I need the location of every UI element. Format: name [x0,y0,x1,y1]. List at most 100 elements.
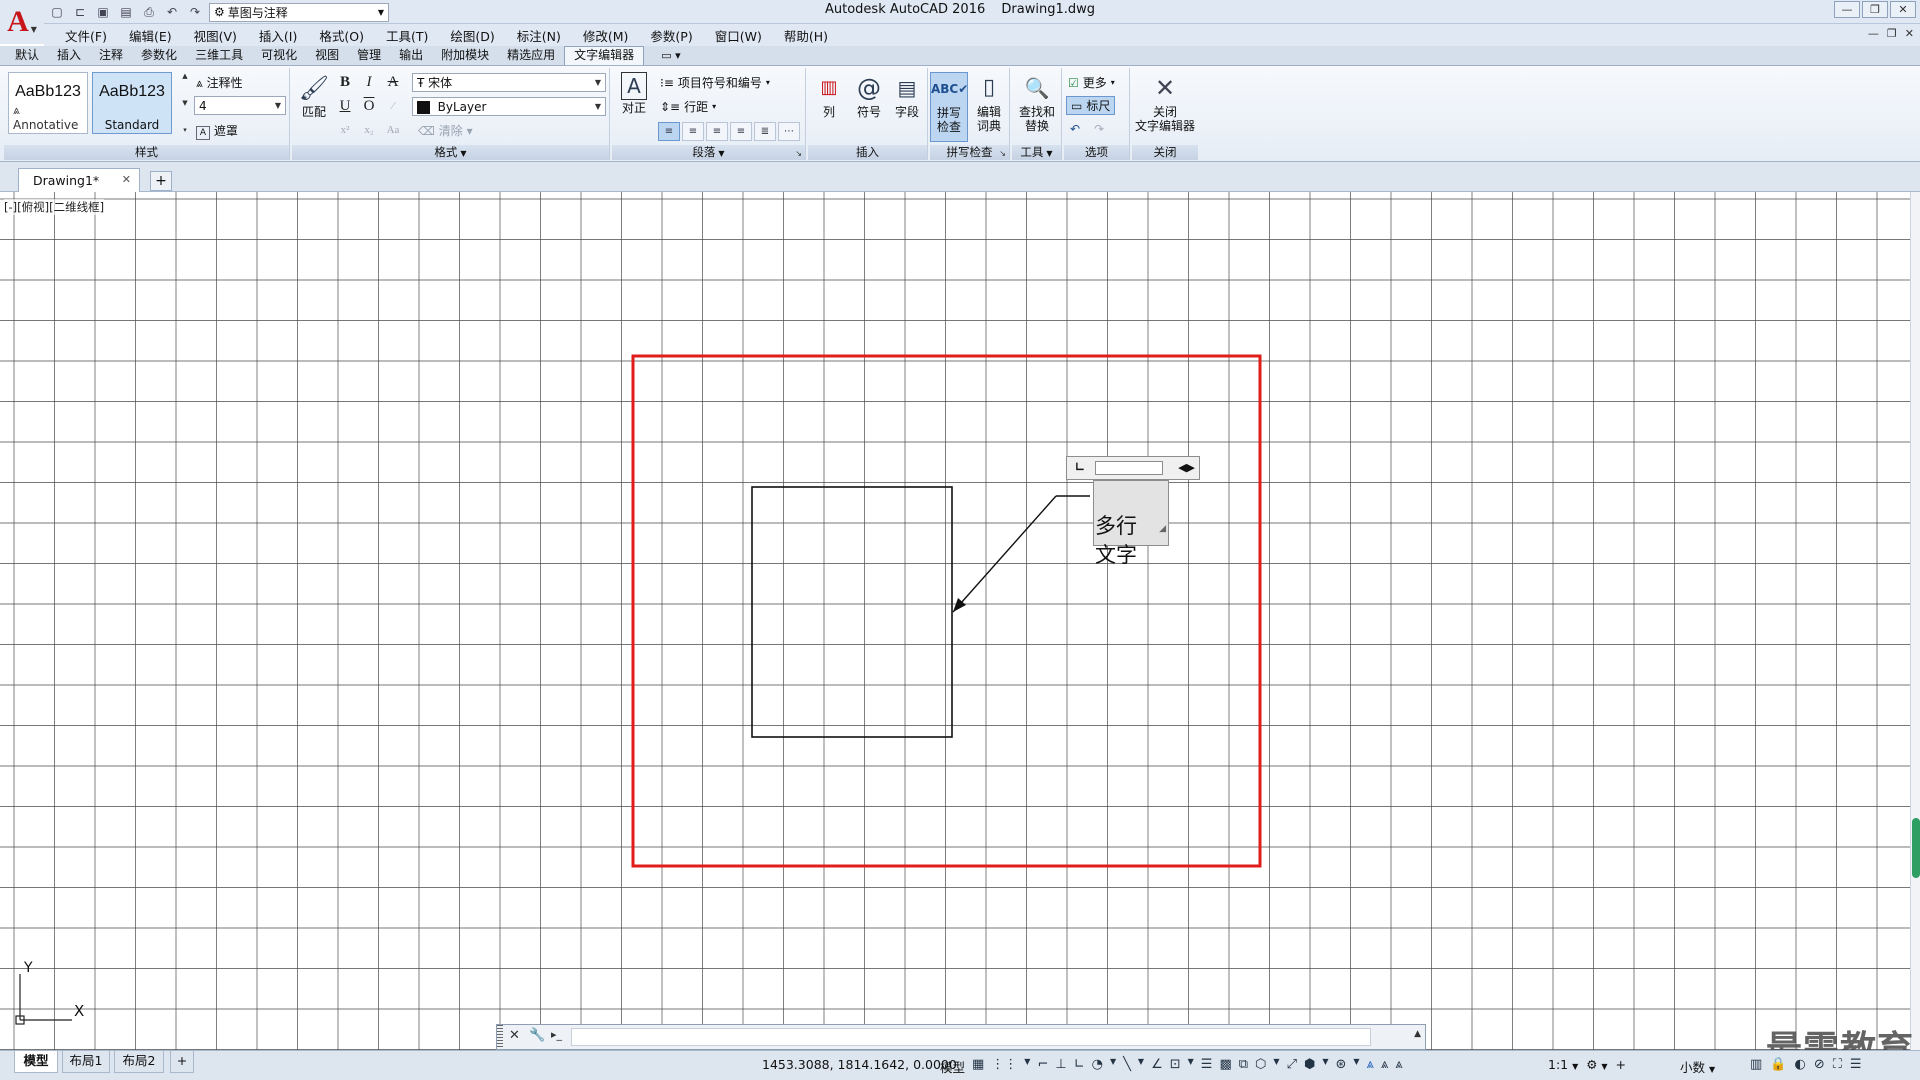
change-case-icon[interactable]: Aa [384,120,402,140]
wrench-icon[interactable]: 🔧 [529,1028,545,1043]
tab-stop-icon[interactable]: ∟ [1075,460,1085,474]
mtext-ruler[interactable]: ∟ ◀▶ [1066,456,1200,480]
isolate-objects-icon[interactable]: ◐ [1794,1057,1805,1072]
transparency-icon[interactable]: ▩ [1219,1057,1231,1072]
object-snap-tracking-icon[interactable]: ∠ [1151,1057,1163,1072]
ortho-icon[interactable]: ∟ [1074,1057,1085,1072]
tab-view[interactable]: 视图 [306,47,348,65]
tab-output[interactable]: 输出 [390,47,432,65]
3d-osnap-icon[interactable]: ⬡ [1255,1057,1266,1072]
symbol-button[interactable]: @ 符号 [850,72,888,142]
tab-manage[interactable]: 管理 [348,47,390,65]
gizmo-icon[interactable]: ⊛ [1335,1057,1346,1072]
bullets-button[interactable]: ⁝≡ 项目符号和编号 ▾ [660,74,770,91]
edit-dictionary-button[interactable]: ▯ 编辑 词典 [970,72,1008,142]
chevron-down-icon[interactable]: ▼ [1138,1057,1144,1072]
align-center-icon[interactable]: ≡ [682,122,704,141]
ruler-track[interactable] [1095,461,1163,475]
hardware-acceleration-icon[interactable]: ⊘ [1814,1057,1825,1072]
field-button[interactable]: ▤ 字段 [888,72,926,142]
plot-icon[interactable]: ⎙ [140,3,158,21]
dynamic-ucs-icon[interactable]: ⤢ [1287,1057,1297,1072]
units-select[interactable]: 小数 ▼ [1680,1057,1715,1076]
chevron-up-icon[interactable]: ▲ [1414,1029,1421,1039]
bold-button[interactable]: B [336,72,354,92]
italic-button[interactable]: I [360,72,378,92]
tab-default[interactable]: 默认 [6,47,48,65]
menu-tools[interactable]: 工具(T) [375,26,439,45]
justify-button[interactable]: A 对正 [616,72,652,142]
command-prompt-icon[interactable]: ▸_ [551,1028,562,1041]
dialog-launcher-icon[interactable]: ↘ [795,149,802,158]
lineweight-icon[interactable]: ☰ [1201,1057,1213,1072]
leader-line-segment[interactable] [952,495,1057,613]
menu-edit[interactable]: 编辑(E) [118,26,183,45]
viewport-controls[interactable]: [-][俯视][二维线框] [4,199,105,215]
mtext-input[interactable]: 多行 文字 ◢ [1093,480,1169,567]
grid-icon[interactable]: ▦ [972,1057,984,1072]
font-select[interactable]: Ŧ 宋体 ▼ [412,73,606,92]
auto-scale-icon[interactable]: ⩓ [1381,1057,1388,1072]
coordinate-readout[interactable]: 1453.3088, 1814.1642, 0.0000 [762,1057,957,1072]
tab-layout1[interactable]: 布局1 [62,1051,110,1073]
save-icon[interactable]: ▣ [94,3,112,21]
annotative-toggle[interactable]: ⩓ 注释性 [196,74,243,91]
ruler-width-arrows-icon[interactable]: ◀▶ [1178,461,1195,474]
columns-button[interactable]: ▥ 列 [810,72,848,142]
tab-parametric[interactable]: 参数化 [132,47,186,65]
tab-3d-tools[interactable]: 三维工具 [186,47,252,65]
tab-text-editor[interactable]: 文字编辑器 [564,46,645,65]
selection-filter-icon[interactable]: ⬢ [1304,1057,1315,1072]
close-icon[interactable]: ✕ [509,1028,520,1043]
tab-visualize[interactable]: 可视化 [252,47,306,65]
paragraph-settings-icon[interactable]: ⋯ [778,122,800,141]
menu-help[interactable]: 帮助(H) [773,26,839,45]
doc-minimize-icon[interactable]: — [1868,27,1879,40]
chevron-down-icon[interactable]: ▼ [718,149,724,158]
chevron-down-icon[interactable]: ▼ [1024,1057,1030,1072]
mtext-editor[interactable]: ∟ ◀▶ 多行 文字 ◢ [1066,456,1202,567]
drawn-rectangle[interactable] [751,486,953,738]
tab-model[interactable]: 模型 [14,1051,58,1073]
style-swatch-standard[interactable]: AaBb123 Standard [92,72,172,134]
add-layout-button[interactable]: + [170,1051,194,1073]
redo-icon[interactable]: ↷ [186,3,204,21]
chevron-down-icon[interactable]: ▼ [1322,1057,1328,1072]
object-snap-icon[interactable]: ⊡ [1170,1057,1181,1072]
mask-button[interactable]: A 遮罩 [196,122,238,140]
align-left-icon[interactable]: ≡ [658,122,680,141]
model-space-toggle[interactable]: 模型 [940,1057,965,1076]
new-icon[interactable]: ▢ [48,3,66,21]
undo-icon[interactable]: ↶ [1070,122,1080,136]
distribute-icon[interactable]: ≣ [754,122,776,141]
annotation-scale-select[interactable]: 1:1 ▼ ⚙ ▼ + [1548,1057,1626,1072]
ruler-toggle[interactable]: ▭ 标尺 [1066,96,1116,115]
overline-button[interactable]: O [360,96,378,116]
doc-restore-icon[interactable]: ❐ [1887,27,1897,40]
minimize-button[interactable]: — [1834,1,1860,18]
new-tab-button[interactable]: + [150,171,172,191]
menu-window[interactable]: 窗口(W) [704,26,773,45]
tab-addins[interactable]: 附加模块 [432,47,498,65]
tab-annotate[interactable]: 注释 [90,47,132,65]
close-window-button[interactable]: ✕ [1890,1,1916,18]
restore-button[interactable]: ❐ [1862,1,1888,18]
chevron-down-icon[interactable]: ▼ [1273,1057,1279,1072]
style-swatch-annotative[interactable]: AaBb123 ⩓ Annotative [8,72,88,134]
superscript-icon[interactable]: x² [336,120,354,140]
menu-view[interactable]: 视图(V) [183,26,248,45]
chevron-down-icon[interactable]: ▼ [1110,1057,1116,1072]
customization-icon[interactable]: ☰ [1850,1057,1862,1072]
menu-dimension[interactable]: 标注(N) [506,26,572,45]
style-gallery-scroll[interactable]: ▲ ▼ ▾ [180,72,190,134]
polar-icon[interactable]: ◔ [1092,1057,1103,1072]
snap-icon[interactable]: ⋮⋮ [991,1057,1017,1072]
color-select[interactable]: ByLayer ▼ [412,97,606,116]
strikethrough-button[interactable]: A [384,72,402,92]
redo-icon[interactable]: ↷ [1094,122,1104,136]
workspace-select[interactable]: ⚙ 草图与注释 ▼ [209,2,389,22]
menu-file[interactable]: 文件(F) [54,26,118,45]
ribbon-minimize-toggle[interactable]: ▭ ▾ [652,47,689,65]
subscript-icon[interactable]: x₂ [360,120,378,140]
menu-draw[interactable]: 绘图(D) [439,26,505,45]
